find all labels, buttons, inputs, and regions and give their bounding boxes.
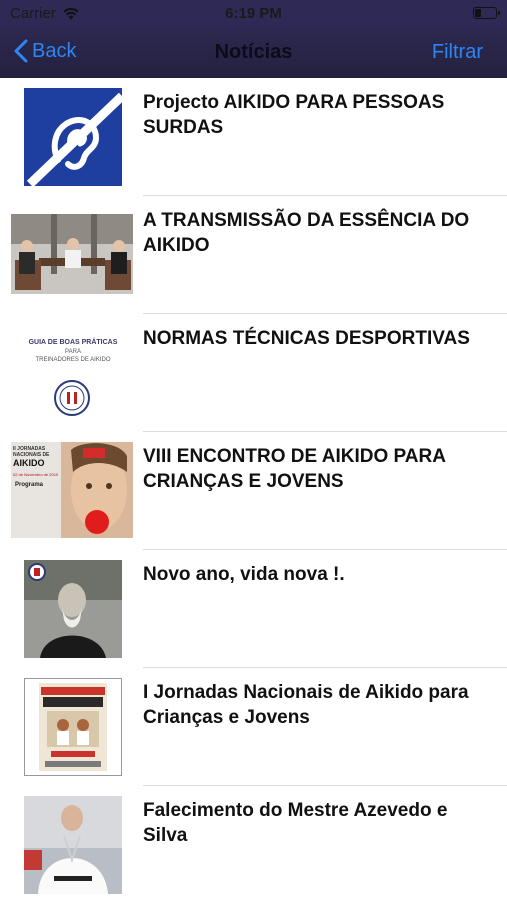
master-azevedo-image [24, 796, 122, 894]
poster-line-5: Programa [15, 482, 44, 488]
news-title: I Jornadas Nacionais de Aikido para Cria… [143, 682, 469, 728]
news-item[interactable]: A TRANSMISSÃO DA ESSÊNCIA DO AIKIDO [0, 196, 507, 314]
news-item[interactable]: Novo ano, vida nova !. [0, 550, 507, 668]
jornadas-poster-image [39, 683, 107, 771]
news-title: Novo ano, vida nova !. [143, 564, 345, 585]
event-poster: II JORNADAS NACIONAIS DE AIKIDO 02 de No… [11, 442, 133, 538]
news-title: Projecto AIKIDO PARA PESSOAS SURDAS [143, 92, 445, 138]
filter-button[interactable]: Filtrar [432, 41, 483, 64]
interview-photo [11, 214, 133, 294]
back-label: Back [32, 39, 77, 62]
deaf-access-image [24, 88, 122, 186]
news-item[interactable]: Falecimento do Mestre Azevedo e Silva [0, 786, 507, 904]
poster-line-3: AIKIDO [13, 458, 45, 468]
chevron-left-icon [14, 39, 28, 63]
guide-cover-title: GUIA DE BOAS PRÁTICAS [28, 339, 118, 346]
jornadas-poster [24, 678, 122, 776]
news-item[interactable]: Projecto AIKIDO PARA PESSOAS SURDAS [0, 78, 507, 196]
federation-seal-icon [54, 380, 90, 416]
news-item[interactable]: II JORNADAS NACIONAIS DE AIKIDO 02 de No… [0, 432, 507, 550]
news-title: VIII ENCONTRO DE AIKIDO PARA CRIANÇAS E … [143, 446, 446, 492]
master-portrait [24, 560, 122, 658]
master-azevedo-photo [24, 796, 122, 894]
news-list: Projecto AIKIDO PARA PESSOAS SURDAS A TR… [0, 78, 507, 904]
interview-photo-image [11, 214, 133, 294]
news-item[interactable]: I Jornadas Nacionais de Aikido para Cria… [0, 668, 507, 786]
battery-icon [473, 7, 500, 19]
navigation-bar: Back Notícias Filtrar [0, 28, 507, 78]
guide-cover: GUIA DE BOAS PRÁTICAS PARA TREINADORES D… [24, 324, 122, 422]
guide-cover-sub1: PARA [65, 349, 81, 355]
hearing-impaired-icon [24, 88, 122, 186]
guide-cover-sub2: TREINADORES DE AIKIDO [35, 357, 111, 363]
status-time: 6:19 PM [225, 5, 282, 22]
status-bar: Carrier 6:19 PM [0, 0, 507, 28]
master-portrait-image [24, 560, 122, 658]
news-title: A TRANSMISSÃO DA ESSÊNCIA DO AIKIDO [143, 210, 470, 256]
news-title: Falecimento do Mestre Azevedo e Silva [143, 800, 448, 846]
news-title: NORMAS TÉCNICAS DESPORTIVAS [143, 328, 470, 349]
back-button[interactable]: Back [14, 39, 76, 63]
news-item[interactable]: GUIA DE BOAS PRÁTICAS PARA TREINADORES D… [0, 314, 507, 432]
poster-line-4: 02 de Novembro de 2019 [13, 472, 59, 477]
